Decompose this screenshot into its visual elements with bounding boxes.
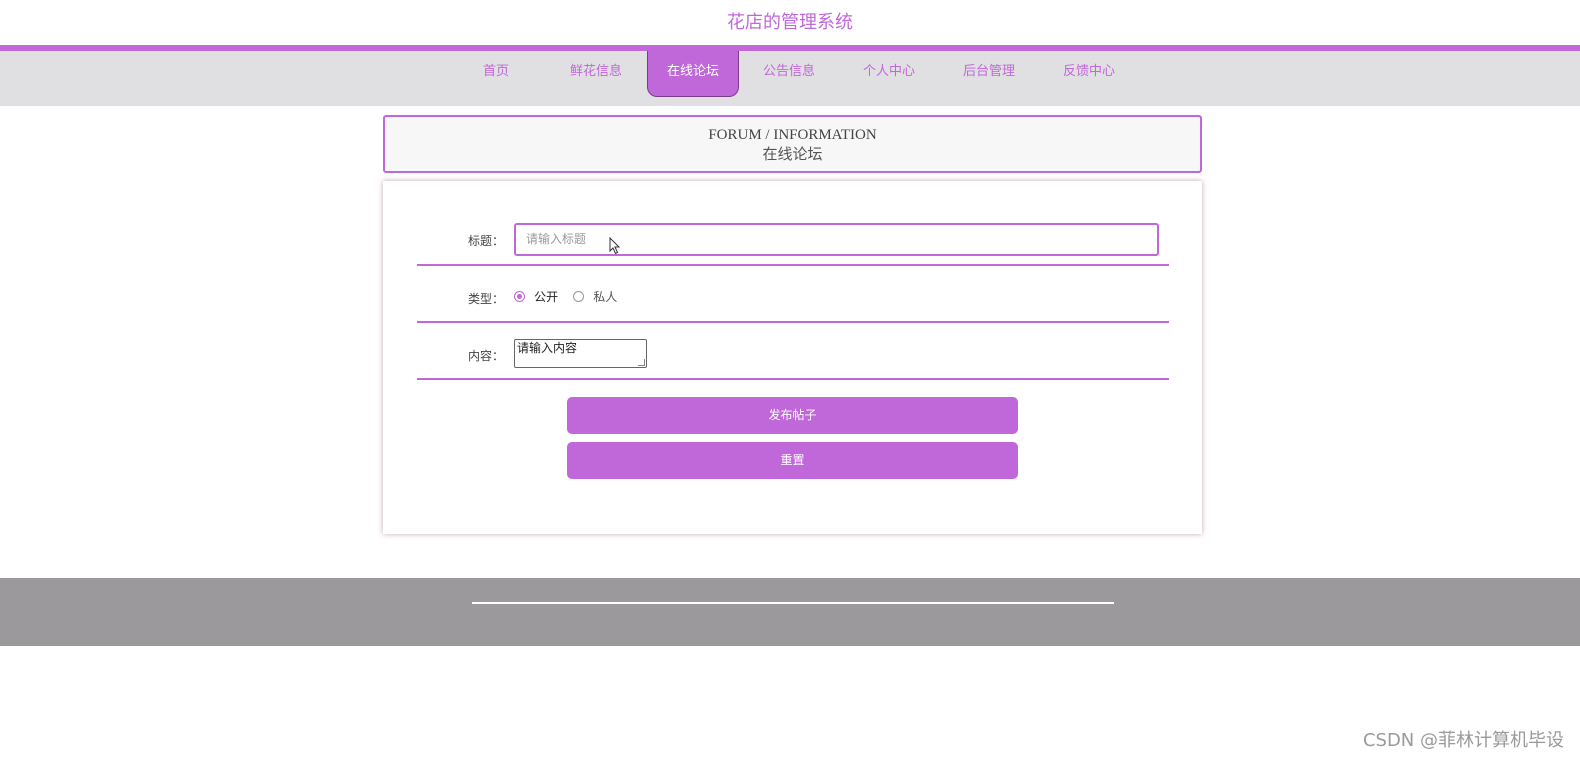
nav-item-forum[interactable]: 在线论坛: [647, 51, 739, 97]
nav-item-home[interactable]: 首页: [450, 51, 542, 96]
nav-item-announcements[interactable]: 公告信息: [743, 51, 835, 96]
title-label: 标题：: [467, 234, 504, 248]
type-label: 类型：: [467, 292, 504, 306]
page-title-en: FORUM / INFORMATION: [708, 127, 877, 143]
radio-public-label: 公开: [534, 290, 559, 304]
footer-divider: [472, 602, 1114, 604]
page-header-box: FORUM / INFORMATION 在线论坛: [383, 115, 1202, 173]
footer: [0, 578, 1580, 646]
main-nav: 首页 鲜花信息 在线论坛 公告信息 个人中心 后台管理 反馈中心: [0, 51, 1580, 106]
nav-item-profile[interactable]: 个人中心: [843, 51, 935, 96]
radio-private[interactable]: [573, 291, 585, 302]
mouse-cursor-icon: [609, 237, 621, 255]
content-textarea[interactable]: 请输入内容: [514, 339, 647, 368]
radio-private-label: 私人: [593, 290, 618, 304]
reset-button[interactable]: 重置: [567, 442, 1018, 479]
publish-post-button[interactable]: 发布帖子: [567, 397, 1018, 434]
site-title: 花店的管理系统: [727, 12, 853, 33]
forum-post-form: 标题： 请输入标题 类型： 公开 私人 内容： 请输入内容 发布帖子 重置: [383, 181, 1202, 534]
nav-item-feedback[interactable]: 反馈中心: [1043, 51, 1135, 96]
nav-item-admin[interactable]: 后台管理: [943, 51, 1035, 96]
content-label: 内容：: [467, 349, 504, 363]
nav-item-flowers[interactable]: 鲜花信息: [550, 51, 642, 96]
type-row: 类型： 公开 私人: [417, 266, 1169, 323]
watermark: CSDN @菲林计算机毕设: [1362, 730, 1564, 751]
page-title-cn: 在线论坛: [762, 145, 823, 163]
radio-public[interactable]: [514, 291, 525, 302]
